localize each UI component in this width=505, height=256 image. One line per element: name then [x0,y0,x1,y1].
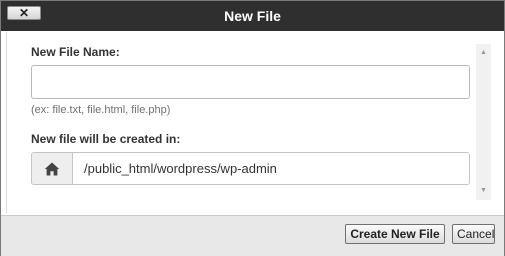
content-scrollbar[interactable]: ▲ ▼ [476,44,491,200]
cancel-button[interactable]: Cancel [452,224,495,244]
dialog-content: New File Name: (ex: file.txt, file.html,… [6,32,493,213]
file-name-input[interactable] [31,65,470,99]
dialog-footer: Create New File Cancel [1,215,504,256]
location-field [31,152,470,185]
file-name-label: New File Name: [31,45,120,59]
location-addon [32,153,73,184]
dialog-title: New File [224,8,281,24]
new-file-dialog: ✕ New File New File Name: (ex: file.txt,… [0,0,505,256]
location-input[interactable] [73,153,469,184]
scroll-up-icon[interactable]: ▲ [476,46,491,60]
location-label: New file will be created in: [31,132,181,146]
home-icon [44,162,60,175]
dialog-titlebar[interactable]: ✕ New File [1,1,504,31]
file-name-hint: (ex: file.txt, file.html, file.php) [31,104,171,116]
create-new-file-button[interactable]: Create New File [345,224,445,244]
scroll-down-icon[interactable]: ▼ [476,184,491,198]
